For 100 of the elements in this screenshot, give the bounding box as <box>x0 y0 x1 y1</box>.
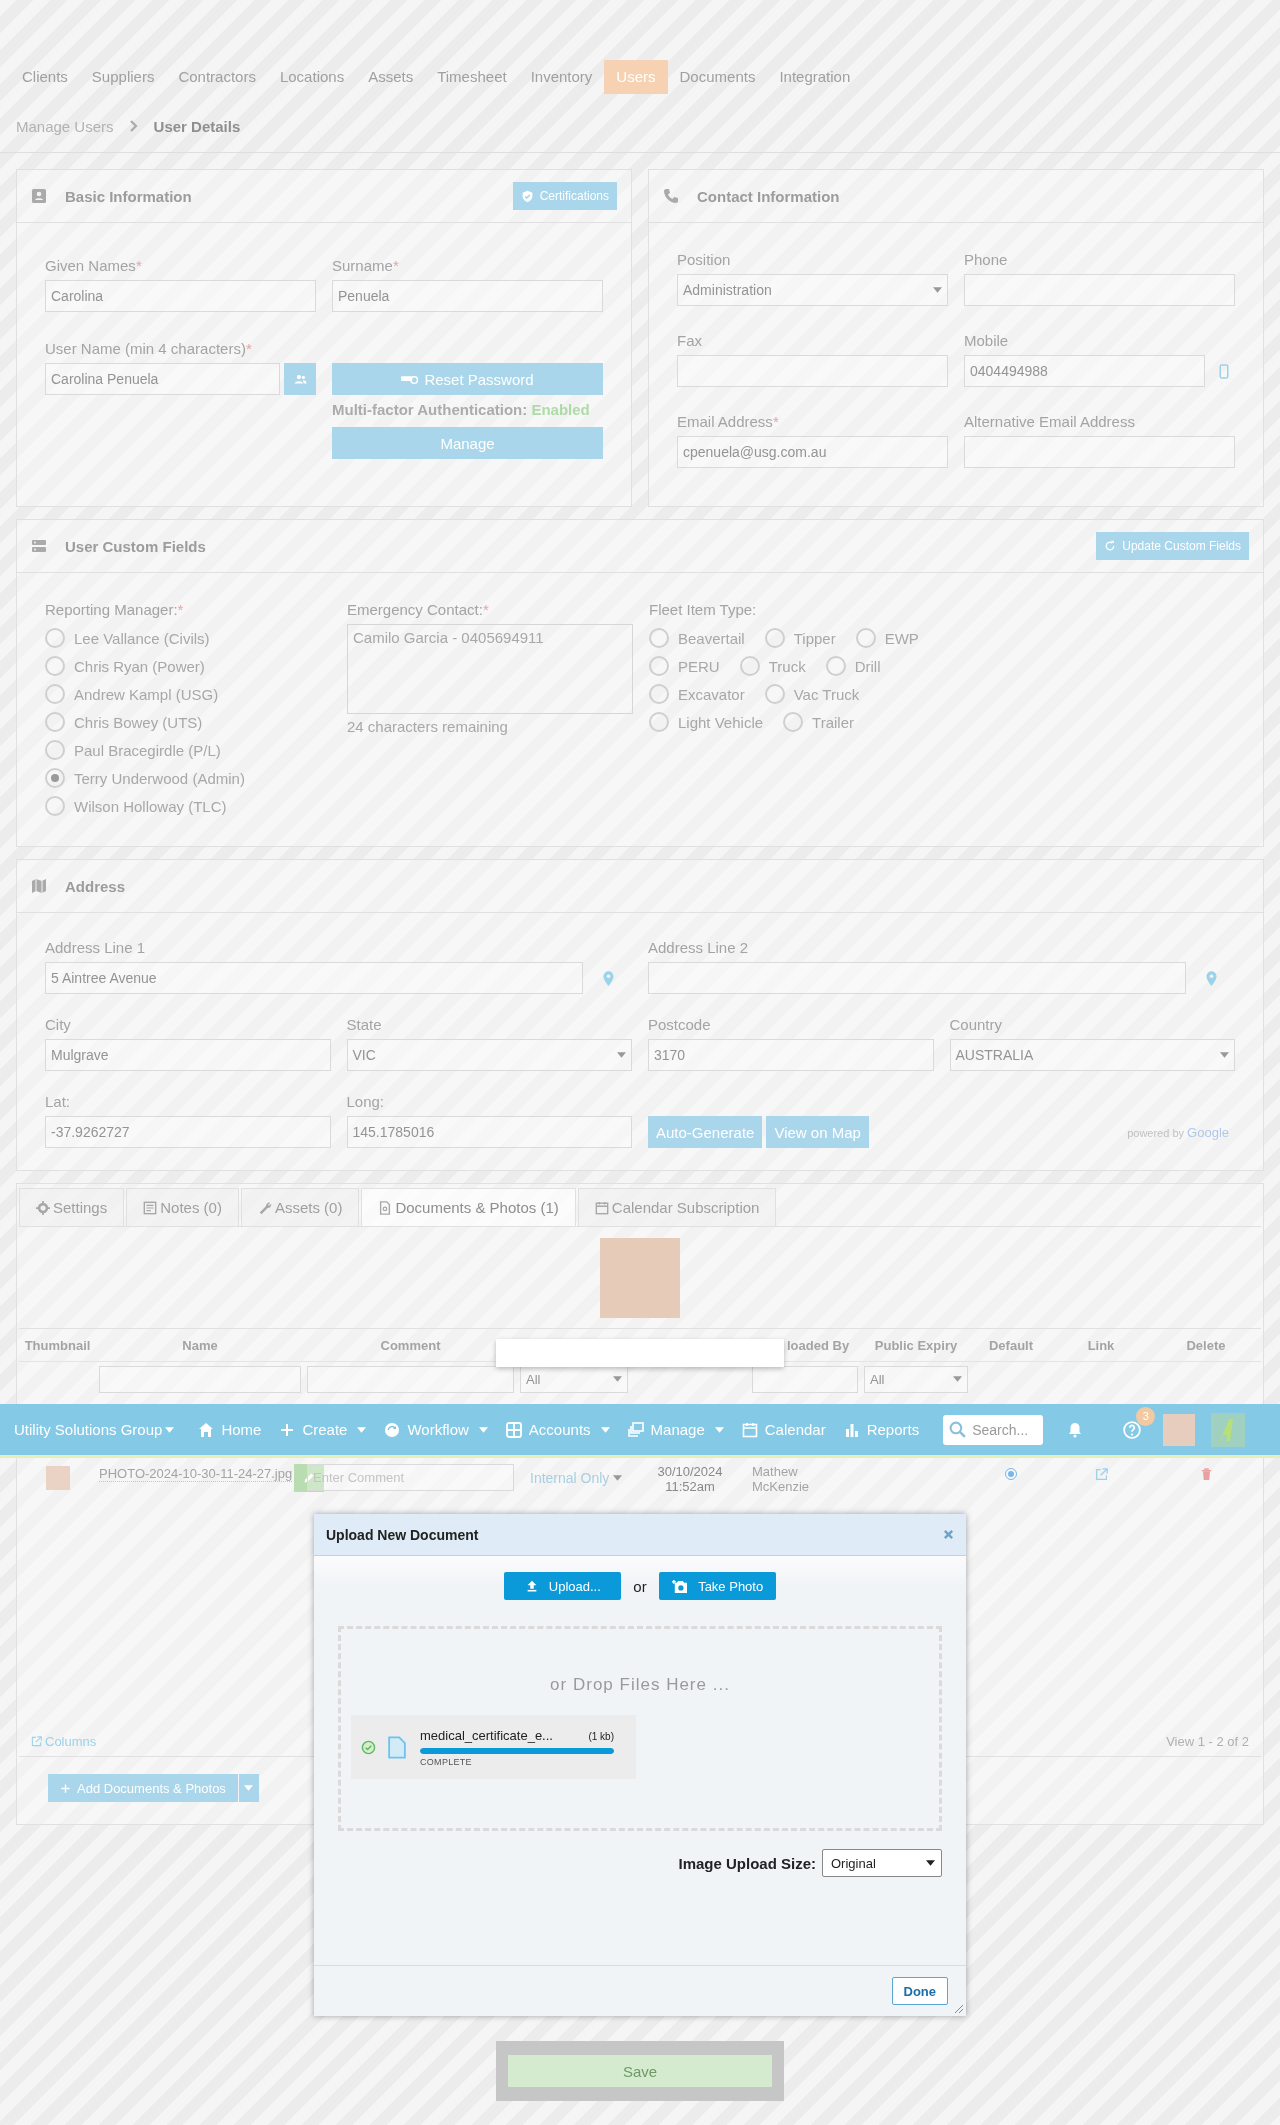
nav-menu-item[interactable]: Calendar <box>741 1421 826 1438</box>
resize-grip-icon[interactable] <box>954 2004 964 2014</box>
close-icon[interactable] <box>943 1529 954 1540</box>
save-button[interactable]: Save <box>508 2055 772 2087</box>
file-name-link[interactable]: PHOTO-2024-10-30-11-24-27.jpg <box>99 1464 293 1482</box>
bell-icon[interactable] <box>1067 1421 1084 1438</box>
nav-menu-item[interactable]: Home <box>198 1421 262 1438</box>
input-field[interactable]: 145.1785016 <box>346 1116 632 1148</box>
map-action-button[interactable]: Auto-Generate <box>648 1116 763 1148</box>
add-documents-button[interactable]: Add Documents & Photos <box>48 1774 238 1802</box>
radio-button[interactable] <box>855 628 876 648</box>
filter-field[interactable] <box>752 1365 858 1393</box>
radio-button[interactable] <box>45 656 65 676</box>
help-icon[interactable] <box>1123 1420 1142 1439</box>
radio-button[interactable] <box>825 656 846 676</box>
select-field[interactable]: Administration <box>677 274 948 306</box>
nav-tab[interactable]: Integration <box>767 60 863 94</box>
radio-button[interactable] <box>739 656 760 676</box>
mobile-phone-icon <box>1219 363 1229 379</box>
tab[interactable]: Notes (0) <box>126 1188 239 1226</box>
input-field[interactable]: Penuela <box>332 280 603 312</box>
radio-button[interactable] <box>649 712 669 732</box>
field-label: Position <box>677 251 732 269</box>
select-field[interactable]: VIC <box>346 1039 632 1071</box>
nav-menu-item[interactable]: Accounts <box>505 1421 610 1438</box>
tab[interactable]: Calendar Subscription <box>577 1188 777 1226</box>
map-action-button[interactable]: View on Map <box>766 1116 869 1148</box>
radio-button[interactable] <box>764 684 785 704</box>
radio-button[interactable] <box>649 656 669 676</box>
nav-menu-item[interactable]: Reports <box>843 1421 920 1438</box>
nav-tab[interactable]: Users <box>604 60 668 94</box>
organisation-menu[interactable]: Utility Solutions Group <box>14 1421 175 1438</box>
tab[interactable]: Assets (0) <box>240 1188 360 1226</box>
input-field[interactable] <box>964 436 1235 468</box>
radio-button[interactable] <box>783 712 804 732</box>
radio-button[interactable] <box>764 628 785 648</box>
columns-link[interactable]: Columns <box>31 1733 97 1749</box>
filter-select[interactable]: All <box>864 1365 968 1393</box>
radio-button[interactable] <box>45 740 65 760</box>
filter-field[interactable] <box>99 1365 301 1393</box>
stacked-cards-icon <box>627 1421 644 1438</box>
input-field[interactable]: 3170 <box>648 1039 934 1071</box>
select-field[interactable]: AUSTRALIA <box>949 1039 1235 1071</box>
filter-select[interactable]: All <box>520 1365 628 1393</box>
search-field[interactable]: Search... <box>943 1414 1044 1445</box>
dropdown-button[interactable] <box>238 1774 259 1802</box>
panel-title: Basic Information <box>65 187 193 205</box>
filter-field[interactable] <box>307 1365 514 1393</box>
text-area[interactable]: Camilo Garcia - 0405694911 <box>347 624 633 714</box>
visibility-select[interactable]: Internal Only <box>520 1464 628 1492</box>
nav-tab[interactable]: Timesheet <box>425 60 519 94</box>
nav-tab[interactable]: Assets <box>356 60 426 94</box>
caret-icon <box>926 1860 935 1866</box>
radio-button[interactable] <box>45 712 65 732</box>
input-field[interactable]: Carolina Penuela <box>45 363 280 395</box>
external-link-icon[interactable] <box>1094 1468 1108 1481</box>
input-field[interactable]: 5 Aintree Avenue <box>45 962 583 994</box>
take-photo-button[interactable]: Take Photo <box>658 1572 776 1600</box>
breadcrumb-link[interactable]: Manage Users <box>16 117 114 135</box>
input-field[interactable]: Carolina <box>45 280 316 312</box>
column-header: Link <box>1086 1337 1116 1353</box>
update-custom-fields-button[interactable]: Update Custom Fields <box>1096 532 1249 560</box>
input-field[interactable]: Mulgrave <box>45 1039 331 1071</box>
tab[interactable]: Documents & Photos (1) <box>361 1188 576 1226</box>
input-field[interactable]: -37.9262727 <box>45 1116 331 1148</box>
reset-password-button[interactable]: Reset Password <box>332 363 603 395</box>
shield-check-icon <box>520 189 534 203</box>
upload-button[interactable]: Upload... <box>504 1572 622 1600</box>
input-field[interactable] <box>648 962 1186 994</box>
nav-menu-item[interactable]: Workflow <box>384 1421 488 1438</box>
certifications-button[interactable]: Certifications <box>512 182 617 210</box>
radio-button[interactable] <box>45 768 65 788</box>
manage-button[interactable]: Manage <box>332 427 603 459</box>
radio-button[interactable] <box>45 628 65 648</box>
nav-menu-item[interactable]: Create <box>279 1421 367 1438</box>
input-field[interactable]: cpenuela@usg.com.au <box>677 436 948 468</box>
nav-menu-item[interactable]: Manage <box>627 1421 724 1438</box>
done-button[interactable]: Done <box>891 1977 948 2005</box>
nav-tab[interactable]: Suppliers <box>79 60 167 94</box>
column-header: Comment <box>379 1337 442 1353</box>
input-field[interactable]: 0404494988 <box>964 355 1205 387</box>
input-field[interactable] <box>677 355 948 387</box>
radio-button[interactable] <box>649 628 669 648</box>
avatar-photo[interactable] <box>1163 1413 1196 1446</box>
radio-button[interactable] <box>45 796 65 816</box>
nav-tab[interactable]: Documents <box>667 60 768 94</box>
user-button[interactable] <box>284 363 316 395</box>
tab[interactable]: Settings <box>19 1188 125 1226</box>
nav-tab[interactable]: Locations <box>267 60 357 94</box>
nav-tab[interactable]: Contractors <box>166 60 268 94</box>
trash-icon[interactable] <box>1200 1468 1212 1481</box>
field-label: Alternative Email Address <box>964 413 1136 431</box>
image-size-select[interactable]: Original <box>822 1849 942 1877</box>
nav-tab[interactable]: Inventory <box>518 60 605 94</box>
radio-button[interactable] <box>649 684 669 704</box>
drop-zone[interactable]: or Drop Files Here ... medical_certificate_e... (1 kb) COMPLETE <box>338 1626 942 1831</box>
nav-tab[interactable]: Clients <box>10 60 80 94</box>
logo-icon[interactable] <box>1211 1412 1246 1447</box>
radio-button[interactable] <box>45 684 65 704</box>
input-field[interactable] <box>964 274 1235 306</box>
